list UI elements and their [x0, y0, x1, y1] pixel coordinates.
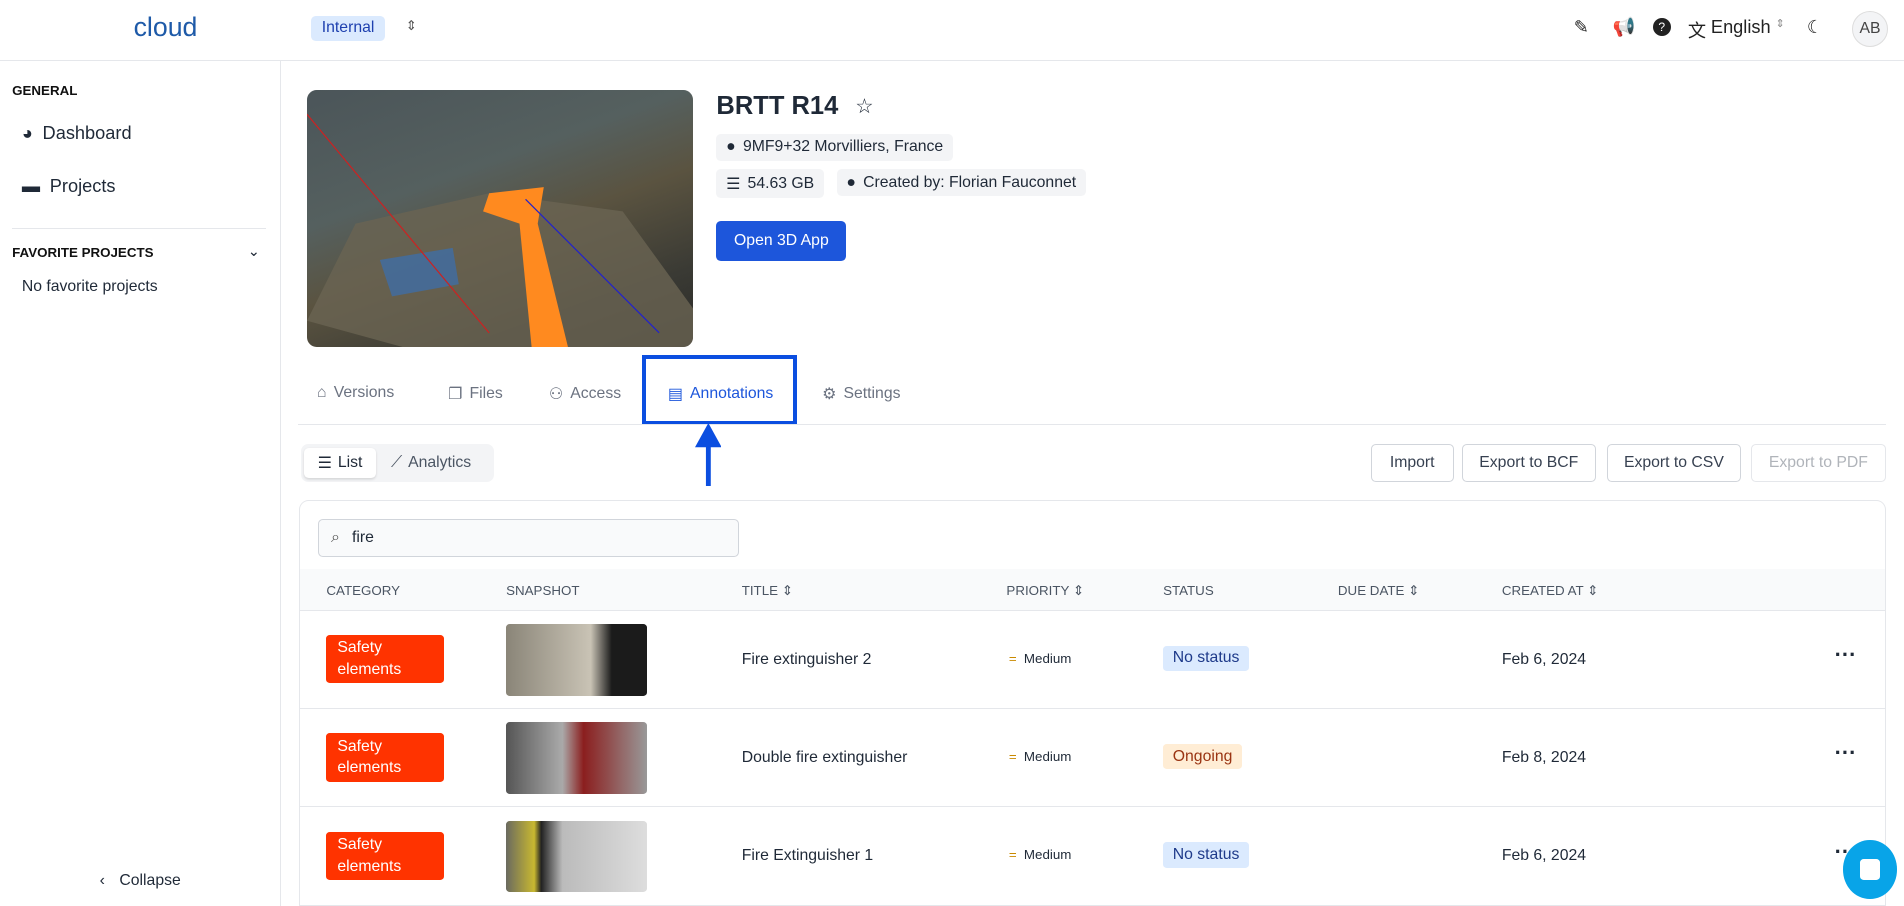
- table-row[interactable]: Safety elements Fire Extinguisher 1 = Med…: [299, 807, 1885, 905]
- megaphone-icon[interactable]: 📢: [1613, 17, 1636, 38]
- size-chip: ☰ 54.63 GB: [716, 168, 824, 199]
- col-category: CATEGORY: [326, 582, 401, 598]
- language-selector[interactable]: 文 English ⇕: [1688, 17, 1785, 43]
- priority: = Medium: [1008, 650, 1072, 666]
- avatar[interactable]: AB: [1851, 10, 1889, 48]
- user-icon: ●: [846, 173, 856, 191]
- snapshot-image[interactable]: [506, 623, 647, 696]
- open-3d-app-button[interactable]: Open 3D App: [716, 221, 847, 262]
- chevron-updown-icon[interactable]: ⇕: [406, 18, 417, 34]
- created-at: Feb 6, 2024: [1501, 650, 1587, 668]
- chevron-down-icon[interactable]: ⌄: [248, 243, 260, 260]
- annotation-title[interactable]: Fire Extinguisher 1: [742, 847, 873, 865]
- search-input[interactable]: ⌕ fire: [317, 519, 740, 558]
- priority: = Medium: [1008, 748, 1072, 764]
- table-header: CATEGORY SNAPSHOT TITLE ⇕ PRIORITY ⇕ STA…: [299, 569, 1885, 611]
- export-pdf-button[interactable]: Export to PDF: [1751, 444, 1886, 483]
- star-icon[interactable]: ☆: [855, 94, 874, 119]
- location-chip: ● 9MF9+32 Morvilliers, France: [716, 133, 953, 162]
- sort-icon: ⇕: [1408, 582, 1420, 598]
- search-icon: ⌕: [331, 529, 340, 547]
- status-badge: No status: [1163, 645, 1250, 672]
- view-switcher: ☰ List ⟋ Analytics: [301, 444, 495, 483]
- export-bcf-button[interactable]: Export to BCF: [1462, 444, 1596, 483]
- favorites-empty: No favorite projects: [21, 278, 158, 296]
- chevron-left-icon: ‹: [99, 871, 105, 889]
- more-options-icon[interactable]: ···: [1835, 642, 1857, 668]
- view-analytics[interactable]: ⟋ Analytics: [391, 454, 471, 472]
- priority: = Medium: [1008, 847, 1072, 863]
- table-row[interactable]: Safety elements Double fire extinguisher…: [299, 709, 1885, 808]
- tab-files[interactable]: ❐ Files: [448, 384, 503, 404]
- sort-icon: ⇕: [1587, 582, 1599, 598]
- category-badge: Safety elements: [326, 831, 445, 881]
- import-button[interactable]: Import: [1370, 444, 1454, 483]
- priority-medium-icon: =: [1008, 650, 1017, 666]
- pie-chart-icon: ◕: [21, 122, 33, 143]
- pencil-icon[interactable]: ✎: [1574, 17, 1589, 38]
- status-badge: No status: [1163, 842, 1250, 868]
- annotation-title[interactable]: Double fire extinguisher: [742, 749, 908, 767]
- top-bar: cloud Internal ⇕ ✎ 📢 ? 文 English ⇕ ☾ AB: [0, 0, 1904, 61]
- snapshot-image[interactable]: [506, 820, 647, 893]
- tag-icon: ⌂: [316, 383, 327, 401]
- col-title[interactable]: TITLE ⇕: [742, 583, 793, 599]
- priority-medium-icon: =: [1008, 748, 1017, 764]
- section-favorites: FAVORITE PROJECTS: [12, 245, 154, 261]
- sidebar-item-projects[interactable]: ▬ Projects: [22, 176, 116, 197]
- tab-settings[interactable]: ⚙ Settings: [822, 384, 900, 404]
- divider: [12, 228, 266, 230]
- translate-icon: 文: [1687, 21, 1707, 41]
- users-icon: ⚇: [548, 385, 563, 403]
- project-header: BRTT R14 ☆: [716, 92, 873, 121]
- database-icon: ☰: [726, 175, 741, 193]
- folder-icon: ▬: [21, 176, 41, 197]
- org-selector[interactable]: Internal: [310, 15, 386, 42]
- chat-button[interactable]: [1843, 840, 1897, 899]
- tab-access[interactable]: ⚇ Access: [549, 384, 621, 404]
- page-title: BRTT R14: [716, 92, 839, 121]
- list-icon: ☰: [317, 455, 332, 473]
- annotation-title[interactable]: Fire extinguisher 2: [742, 651, 872, 669]
- chart-line-icon: ⟋: [390, 454, 403, 472]
- project-thumbnail: [307, 89, 694, 348]
- chevron-updown-icon: ⇕: [1775, 18, 1785, 30]
- tabs-divider: [297, 423, 1886, 425]
- annotations-table: ⌕ fire CATEGORY SNAPSHOT TITLE ⇕ PRIORITY…: [298, 500, 1886, 906]
- sidebar: GENERAL ◕ Dashboard ▬ Projects FAVORITE PR…: [0, 60, 281, 906]
- priority-medium-icon: =: [1008, 847, 1017, 863]
- created-at: Feb 6, 2024: [1501, 847, 1587, 865]
- col-priority[interactable]: PRIORITY ⇕: [1006, 583, 1084, 599]
- help-icon[interactable]: ?: [1652, 18, 1671, 37]
- table-row[interactable]: Safety elements Fire extinguisher 2 = Med…: [299, 611, 1885, 709]
- logo: cloud: [133, 12, 198, 43]
- sort-icon: ⇕: [781, 582, 793, 598]
- gear-icon: ⚙: [822, 385, 837, 403]
- category-badge: Safety elements: [326, 733, 445, 782]
- tab-versions[interactable]: ⌂ Versions: [317, 384, 394, 402]
- moon-icon[interactable]: ☾: [1807, 17, 1823, 38]
- files-icon: ❐: [448, 385, 463, 403]
- map-pin-icon: ●: [726, 138, 736, 156]
- col-due-date[interactable]: DUE DATE ⇕: [1338, 583, 1419, 599]
- creator-chip: ● Created by: Florian Fauconnet: [836, 168, 1086, 197]
- sidebar-item-dashboard[interactable]: ◕ Dashboard: [22, 123, 132, 144]
- view-list[interactable]: ☰ List: [303, 448, 377, 479]
- section-general: GENERAL: [12, 82, 78, 98]
- col-created-at[interactable]: CREATED AT ⇕: [1502, 583, 1598, 599]
- highlight-box: [642, 354, 797, 425]
- col-snapshot: SNAPSHOT: [506, 582, 580, 598]
- snapshot-image[interactable]: [506, 722, 647, 794]
- col-status: STATUS: [1163, 582, 1214, 598]
- sort-icon: ⇕: [1072, 582, 1085, 598]
- category-badge: Safety elements: [326, 634, 445, 684]
- arrow-up-icon: [694, 422, 722, 486]
- chat-icon: [1860, 858, 1880, 881]
- status-badge: Ongoing: [1163, 744, 1243, 770]
- created-at: Feb 8, 2024: [1501, 748, 1587, 766]
- more-options-icon[interactable]: ···: [1835, 740, 1857, 766]
- export-csv-button[interactable]: Export to CSV: [1606, 444, 1742, 483]
- collapse-button[interactable]: ‹ Collapse: [100, 872, 181, 890]
